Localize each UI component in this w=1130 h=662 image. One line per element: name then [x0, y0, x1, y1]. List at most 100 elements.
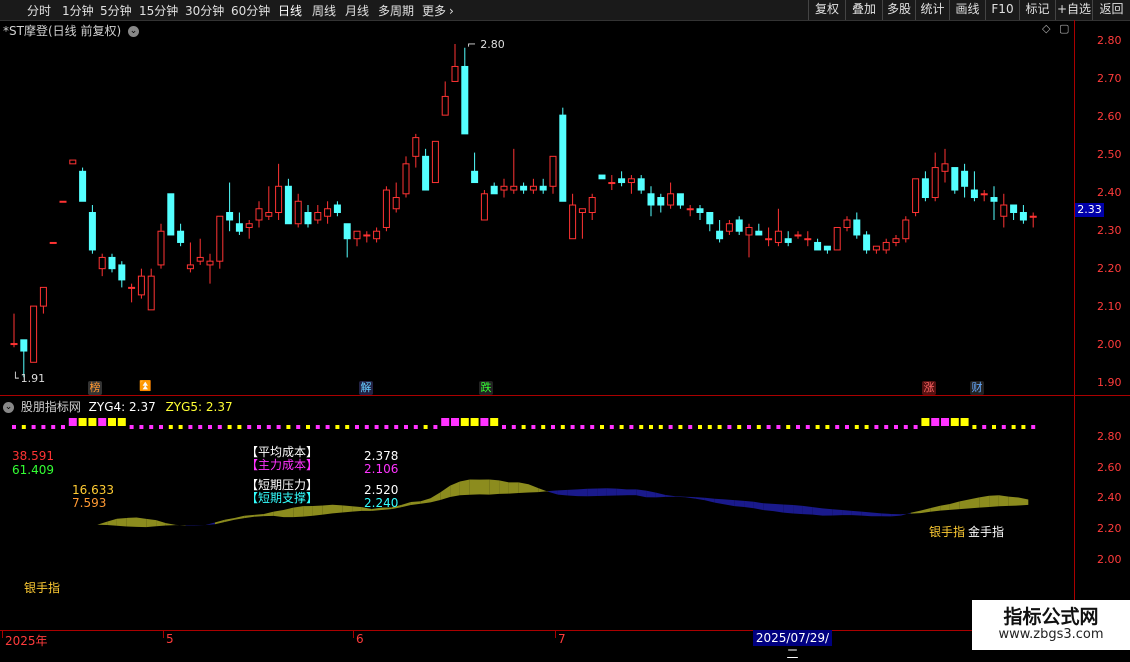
- candle-body[interactable]: [971, 190, 977, 197]
- signal-badge-fall[interactable]: 跌: [479, 381, 493, 395]
- candle-body[interactable]: [962, 171, 968, 186]
- candle-body[interactable]: [932, 168, 938, 198]
- candle-body[interactable]: [138, 276, 144, 295]
- period-tab-1min[interactable]: 1分钟: [62, 2, 94, 19]
- candle-body[interactable]: [285, 186, 291, 223]
- overlay-button[interactable]: 叠加: [845, 0, 882, 20]
- candle-body[interactable]: [246, 224, 252, 228]
- period-tab-60min[interactable]: 60分钟: [231, 2, 270, 19]
- candle-body[interactable]: [491, 186, 497, 193]
- candle-body[interactable]: [393, 198, 399, 209]
- candle-body[interactable]: [315, 213, 321, 220]
- candle-body[interactable]: [883, 242, 889, 249]
- candle-body[interactable]: [374, 231, 380, 238]
- candle-body[interactable]: [1020, 213, 1026, 220]
- candle-body[interactable]: [158, 231, 164, 265]
- candle-body[interactable]: [423, 156, 429, 190]
- candle-body[interactable]: [80, 171, 86, 201]
- candle-body[interactable]: [511, 186, 517, 190]
- period-tab-intraday[interactable]: 分时: [27, 2, 51, 19]
- candle-body[interactable]: [952, 168, 958, 190]
- signal-badge-finance[interactable]: 财: [970, 381, 984, 395]
- candle-body[interactable]: [677, 194, 683, 205]
- candle-body[interactable]: [775, 231, 781, 242]
- candle-body[interactable]: [305, 213, 311, 224]
- candle-body[interactable]: [893, 239, 899, 243]
- period-tab-multi[interactable]: 多周期: [378, 2, 414, 19]
- candle-body[interactable]: [628, 179, 634, 183]
- candle-body[interactable]: [864, 235, 870, 250]
- period-tab-weekly[interactable]: 周线: [312, 2, 336, 19]
- candle-body[interactable]: [334, 205, 340, 212]
- more-periods-button[interactable]: 更多›: [422, 2, 454, 19]
- candle-body[interactable]: [903, 220, 909, 239]
- candle-body[interactable]: [295, 201, 301, 223]
- candle-body[interactable]: [638, 179, 644, 190]
- candle-body[interactable]: [462, 66, 468, 133]
- add-watchlist-button[interactable]: +自选: [1055, 0, 1092, 20]
- candle-body[interactable]: [530, 186, 536, 190]
- candle-body[interactable]: [942, 164, 948, 171]
- candle-body[interactable]: [432, 141, 438, 182]
- candle-body[interactable]: [276, 186, 282, 212]
- candle-body[interactable]: [658, 198, 664, 205]
- statistics-button[interactable]: 统计: [915, 0, 949, 20]
- candle-body[interactable]: [766, 239, 772, 240]
- signal-badge-unlock[interactable]: 解: [359, 381, 373, 395]
- candle-body[interactable]: [109, 257, 115, 268]
- candle-body[interactable]: [129, 287, 135, 288]
- candle-body[interactable]: [1030, 216, 1036, 217]
- candle-body[interactable]: [40, 287, 46, 306]
- candle-body[interactable]: [344, 224, 350, 239]
- candle-body[interactable]: [756, 231, 762, 235]
- candle-body[interactable]: [168, 194, 174, 235]
- candle-body[interactable]: [452, 66, 458, 81]
- candle-body[interactable]: [178, 231, 184, 242]
- signal-badge-rank[interactable]: 榜: [88, 381, 102, 395]
- candle-body[interactable]: [648, 194, 654, 205]
- mark-button[interactable]: 标记: [1019, 0, 1055, 20]
- candle-body[interactable]: [481, 194, 487, 220]
- candle-body[interactable]: [266, 213, 272, 217]
- candle-body[interactable]: [736, 220, 742, 231]
- candle-body[interactable]: [609, 183, 615, 184]
- candle-body[interactable]: [834, 227, 840, 249]
- candle-body[interactable]: [815, 242, 821, 249]
- candle-body[interactable]: [1011, 205, 1017, 212]
- signal-badge-rise[interactable]: 涨: [922, 381, 936, 395]
- period-tab-15min[interactable]: 15分钟: [139, 2, 178, 19]
- candle-body[interactable]: [687, 209, 693, 210]
- candle-body[interactable]: [119, 265, 125, 280]
- candle-body[interactable]: [383, 190, 389, 227]
- candle-body[interactable]: [619, 179, 625, 183]
- adjust-button[interactable]: 复权: [808, 0, 845, 20]
- candle-body[interactable]: [697, 209, 703, 213]
- candle-body[interactable]: [11, 344, 17, 345]
- candle-body[interactable]: [60, 201, 66, 202]
- candle-body[interactable]: [442, 96, 448, 115]
- candle-body[interactable]: [70, 160, 76, 164]
- candle-body[interactable]: [922, 179, 928, 198]
- candle-body[interactable]: [726, 224, 732, 231]
- double-up-arrow-icon[interactable]: ⏫: [139, 381, 151, 392]
- candle-body[interactable]: [413, 138, 419, 157]
- f10-button[interactable]: F10: [985, 0, 1019, 20]
- candle-body[interactable]: [227, 213, 233, 220]
- candle-body[interactable]: [579, 209, 585, 213]
- candle-body[interactable]: [570, 205, 576, 239]
- candle-body[interactable]: [50, 242, 56, 243]
- candle-body[interactable]: [707, 213, 713, 224]
- candle-body[interactable]: [785, 239, 791, 243]
- candle-body[interactable]: [197, 257, 203, 261]
- candle-body[interactable]: [403, 164, 409, 194]
- candle-body[interactable]: [824, 246, 830, 250]
- candle-body[interactable]: [354, 231, 360, 238]
- candle-body[interactable]: [256, 209, 262, 220]
- draw-line-button[interactable]: 画线: [949, 0, 985, 20]
- candle-body[interactable]: [99, 257, 105, 268]
- candle-body[interactable]: [844, 220, 850, 227]
- candle-body[interactable]: [217, 216, 223, 261]
- candle-body[interactable]: [717, 231, 723, 238]
- back-button[interactable]: 返回: [1092, 0, 1130, 20]
- period-tab-daily[interactable]: 日线: [278, 2, 302, 19]
